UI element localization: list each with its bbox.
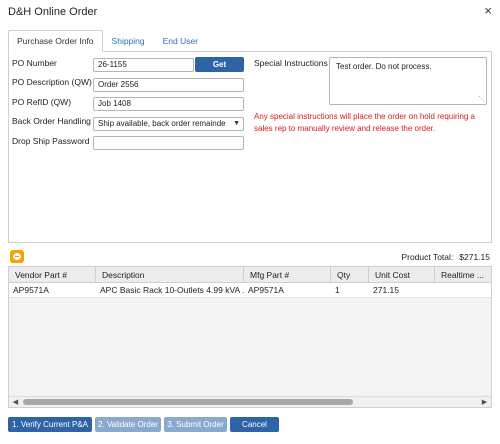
drop-ship-password-label: Drop Ship Password <box>12 136 90 146</box>
special-instructions-textarea[interactable]: Test order. Do not process. ⋱ <box>329 57 487 105</box>
column-header-realtime[interactable]: Realtime ... <box>435 267 491 283</box>
special-instructions-label: Special Instructions <box>254 58 328 68</box>
validate-order-button[interactable]: 2. Validate Order <box>95 417 161 432</box>
chevron-down-icon: ▼ <box>233 120 240 127</box>
collapse-minus-icon[interactable] <box>10 250 24 263</box>
scroll-left-icon[interactable]: ◀ <box>10 397 21 407</box>
purchase-order-panel: PO Number 26-1155 Get PO Description (QW… <box>8 51 492 243</box>
special-instructions-value: Test order. Do not process. <box>336 62 432 71</box>
back-order-select[interactable]: Ship available, back order remainde ▼ <box>93 117 244 131</box>
window-title: D&H Online Order <box>8 6 98 18</box>
cell-description: APC Basic Rack 10-Outlets 4.99 kVA ... <box>100 285 244 295</box>
special-instructions-warning: Any special instructions will place the … <box>254 112 476 133</box>
column-header-description[interactable]: Description <box>96 267 244 283</box>
cell-vendor-part: AP9571A <box>13 285 49 295</box>
column-header-mfg-part[interactable]: Mfg Part # <box>244 267 331 283</box>
column-header-qty[interactable]: Qty <box>331 267 369 283</box>
resize-handle-icon[interactable]: ⋱ <box>478 96 485 103</box>
column-header-vendor-part[interactable]: Vendor Part # <box>9 267 96 283</box>
drop-ship-password-input[interactable] <box>93 136 244 150</box>
cell-realtime <box>435 283 491 298</box>
cell-mfg-part: AP9571A <box>248 285 284 295</box>
order-lines-grid: Vendor Part # Description Mfg Part # Qty… <box>8 266 492 408</box>
tab-end-user[interactable]: End User <box>154 30 207 52</box>
close-icon[interactable]: × <box>484 4 492 18</box>
grid-header: Vendor Part # Description Mfg Part # Qty… <box>9 267 491 283</box>
product-total: Product Total: $271.15 <box>401 252 490 262</box>
verify-pa-button[interactable]: 1. Verify Current P&A <box>8 417 92 432</box>
title-bar: D&H Online Order × <box>0 0 500 24</box>
po-refid-label: PO RefID (QW) <box>12 97 72 107</box>
po-refid-input[interactable]: Job 1408 <box>93 97 244 111</box>
po-description-label: PO Description (QW) <box>12 77 92 87</box>
get-button[interactable]: Get <box>195 57 244 72</box>
product-total-label: Product Total: <box>401 252 454 262</box>
scroll-right-icon[interactable]: ▶ <box>479 397 490 407</box>
horizontal-scrollbar[interactable]: ◀ ▶ <box>9 396 491 407</box>
column-header-unit-cost[interactable]: Unit Cost <box>369 267 435 283</box>
table-row[interactable]: AP9571A APC Basic Rack 10-Outlets 4.99 k… <box>9 283 491 298</box>
back-order-label: Back Order Handling <box>12 116 91 126</box>
po-number-label: PO Number <box>12 58 57 68</box>
po-number-input[interactable]: 26-1155 <box>93 58 194 72</box>
cell-unit-cost: 271.15 <box>373 285 399 295</box>
tab-purchase-order-info[interactable]: Purchase Order Info <box>8 30 103 52</box>
scrollbar-thumb[interactable] <box>23 399 353 405</box>
tab-shipping[interactable]: Shipping <box>103 30 154 52</box>
submit-order-button[interactable]: 3. Submit Order <box>164 417 227 432</box>
tab-bar: Purchase Order Info Shipping End User <box>8 30 207 52</box>
product-total-value: $271.15 <box>459 252 490 262</box>
cancel-button[interactable]: Cancel <box>230 417 279 432</box>
po-description-input[interactable]: Order 2556 <box>93 78 244 92</box>
cell-qty: 1 <box>335 285 340 295</box>
back-order-value: Ship available, back order remainde <box>98 119 226 128</box>
